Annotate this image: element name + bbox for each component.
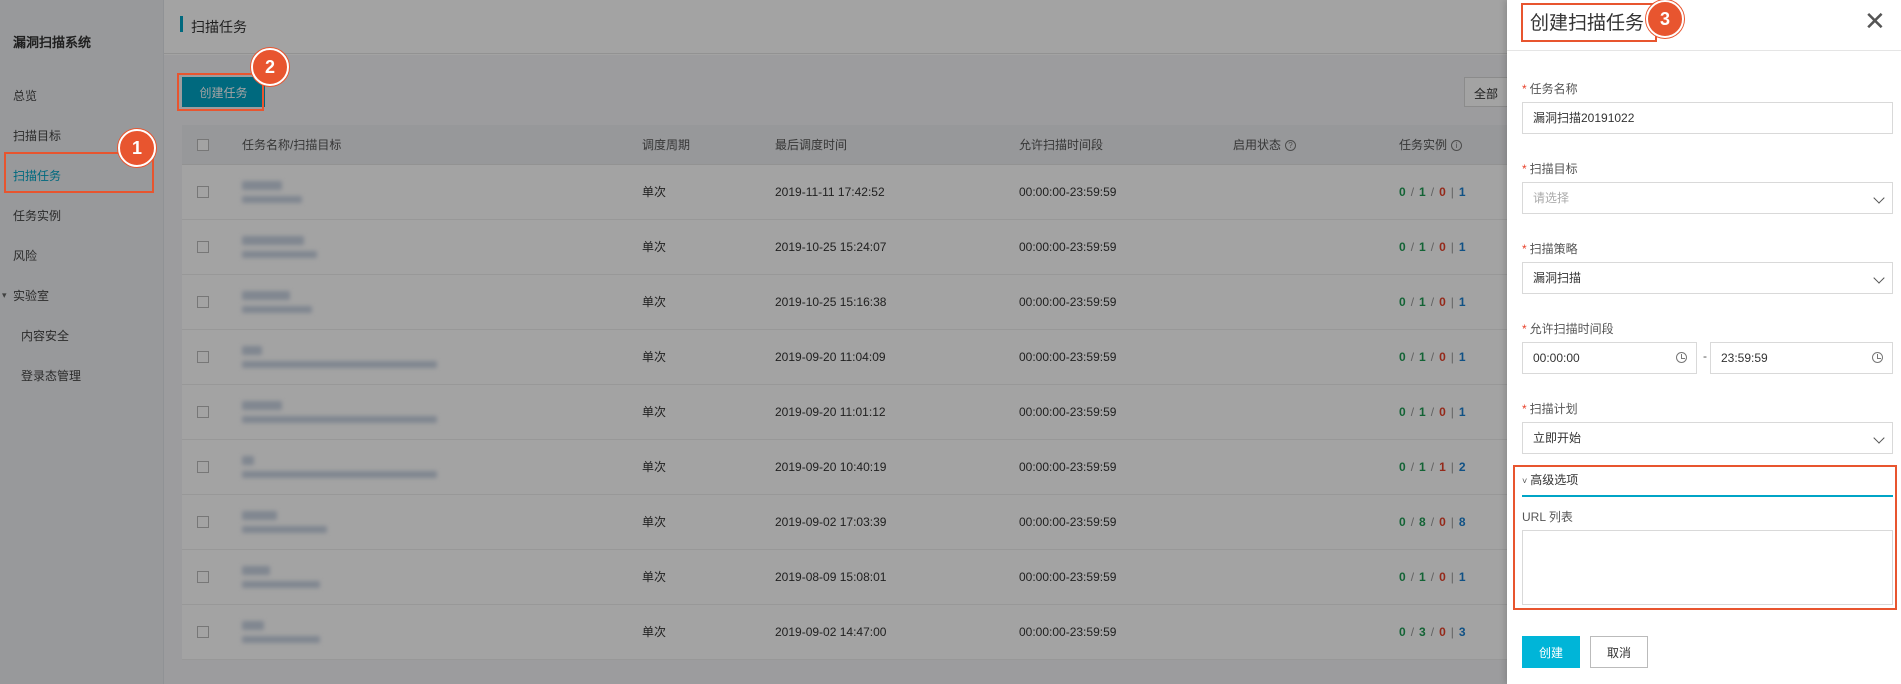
required-mark: * [1522,82,1527,96]
scan-target-placeholder: 请选择 [1533,191,1570,205]
scan-target-label: * 扫描目标 [1522,160,1578,177]
end-time-value: 23:59:59 [1721,351,1768,365]
scan-policy-label-text: 扫描策略 [1529,242,1578,256]
create-button[interactable]: 创建 [1522,636,1580,668]
clock-icon [1676,352,1687,363]
callout-badge-3: 3 [1646,0,1684,38]
highlight-create-task [177,73,264,111]
cancel-button[interactable]: 取消 [1590,636,1648,668]
scan-plan-select[interactable]: 立即开始 [1522,422,1893,454]
scan-policy-value: 漏洞扫描 [1533,271,1582,285]
start-time-input[interactable]: 00:00:00 [1522,342,1697,374]
required-mark: * [1522,162,1527,176]
highlight-drawer-title [1521,3,1657,42]
chevron-down-icon [1873,192,1885,204]
start-time-value: 00:00:00 [1533,351,1580,365]
scan-target-label-text: 扫描目标 [1529,162,1578,176]
chevron-down-icon [1873,272,1885,284]
scan-target-select[interactable]: 请选择 [1522,182,1893,214]
task-name-label: * 任务名称 [1522,80,1578,97]
required-mark: * [1522,402,1527,416]
clock-icon [1872,352,1883,363]
close-icon[interactable]: ✕ [1864,8,1886,34]
callout-badge-1: 1 [118,129,156,167]
end-time-input[interactable]: 23:59:59 [1710,342,1893,374]
scan-window-label: * 允许扫描时间段 [1522,320,1614,337]
scan-plan-label: * 扫描计划 [1522,400,1578,417]
scan-plan-label-text: 扫描计划 [1529,402,1578,416]
required-mark: * [1522,322,1527,336]
task-name-input[interactable]: 漏洞扫描20191022 [1522,102,1893,134]
required-mark: * [1522,242,1527,256]
scan-policy-label: * 扫描策略 [1522,240,1578,257]
scan-policy-select[interactable]: 漏洞扫描 [1522,262,1893,294]
drawer-divider [1507,50,1901,51]
time-separator: - [1703,349,1707,363]
callout-badge-2: 2 [251,48,289,86]
chevron-down-icon [1873,432,1885,444]
scan-plan-value: 立即开始 [1533,431,1582,445]
highlight-advanced-options [1513,465,1897,610]
scan-window-label-text: 允许扫描时间段 [1529,322,1614,336]
task-name-label-text: 任务名称 [1529,82,1578,96]
